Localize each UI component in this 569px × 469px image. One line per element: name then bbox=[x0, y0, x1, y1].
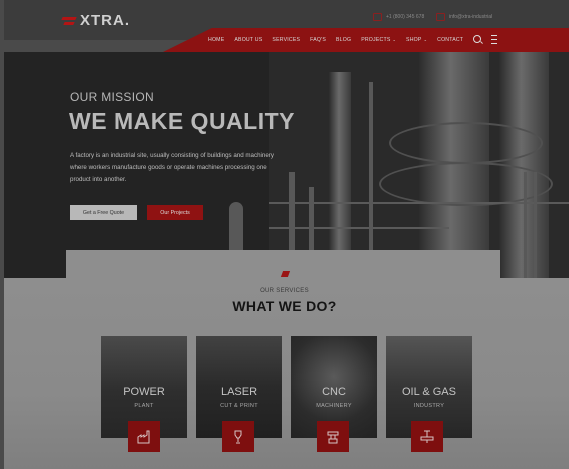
logo-mark-icon bbox=[61, 16, 77, 26]
nav-item-projects[interactable]: PROJECTS ⌄ bbox=[361, 37, 396, 43]
nav-item-shop-label: SHOP bbox=[406, 37, 422, 43]
nav-icons bbox=[473, 35, 497, 44]
service-card-subtitle: INDUSTRY bbox=[413, 403, 445, 409]
nav-item-contact[interactable]: CONTACT bbox=[437, 37, 463, 43]
header-email[interactable]: info@xtra-industrial bbox=[436, 13, 492, 21]
oil-valve-icon bbox=[411, 421, 443, 452]
mail-icon bbox=[436, 13, 445, 21]
main-navigation: HOME ABOUT US SERVICES FAQ'S BLOG PROJEC… bbox=[208, 34, 463, 46]
our-projects-button[interactable]: Our Projects bbox=[147, 205, 203, 220]
header-phone[interactable]: +1 (800) 345 678 bbox=[373, 13, 424, 21]
brand-name: XTRA. bbox=[80, 12, 130, 29]
nav-item-about[interactable]: ABOUT US bbox=[234, 37, 262, 43]
power-plant-icon bbox=[128, 421, 160, 452]
phone-number: +1 (800) 345 678 bbox=[386, 14, 425, 20]
service-card-subtitle: CUT & PRINT bbox=[220, 403, 258, 409]
nav-item-blog[interactable]: BLOG bbox=[336, 37, 351, 43]
cnc-icon bbox=[317, 421, 349, 452]
service-card-title: LASER bbox=[220, 386, 258, 398]
logo[interactable]: XTRA. bbox=[61, 12, 130, 29]
nav-item-projects-label: PROJECTS bbox=[361, 37, 391, 43]
hero-description: A factory is an industrial site, usually… bbox=[70, 152, 274, 183]
phone-icon bbox=[373, 13, 382, 21]
nav-item-faqs[interactable]: FAQ'S bbox=[310, 37, 326, 43]
nav-item-shop[interactable]: SHOP ⌄ bbox=[406, 37, 427, 43]
email-address: info@xtra-industrial bbox=[449, 14, 493, 20]
hero-headline: WE MAKE QUALITY bbox=[69, 108, 295, 134]
chevron-down-icon: ⌄ bbox=[423, 37, 428, 42]
service-card-title: POWER bbox=[123, 386, 165, 398]
page-frame: XTRA. +1 (800) 345 678 info@xtra-industr… bbox=[0, 0, 569, 469]
chevron-down-icon: ⌄ bbox=[392, 37, 397, 42]
nav-item-services[interactable]: SERVICES bbox=[272, 37, 300, 43]
services-label: OUR SERVICES bbox=[260, 288, 309, 294]
services-title: WHAT WE DO? bbox=[232, 298, 337, 314]
service-card-subtitle: MACHINERY bbox=[316, 403, 352, 409]
menu-icon[interactable] bbox=[491, 35, 497, 44]
hero-eyebrow: OUR MISSION bbox=[70, 90, 154, 104]
service-card-title: OIL & GAS bbox=[401, 386, 456, 398]
service-card-title: CNC bbox=[322, 386, 346, 398]
get-quote-button[interactable]: Get a Free Quote bbox=[70, 205, 137, 220]
nav-item-home[interactable]: HOME bbox=[208, 37, 224, 43]
search-icon[interactable] bbox=[473, 35, 481, 43]
industrial-plant-image bbox=[229, 52, 569, 278]
service-card-subtitle: PLANT bbox=[134, 403, 154, 409]
laser-icon bbox=[222, 421, 254, 452]
